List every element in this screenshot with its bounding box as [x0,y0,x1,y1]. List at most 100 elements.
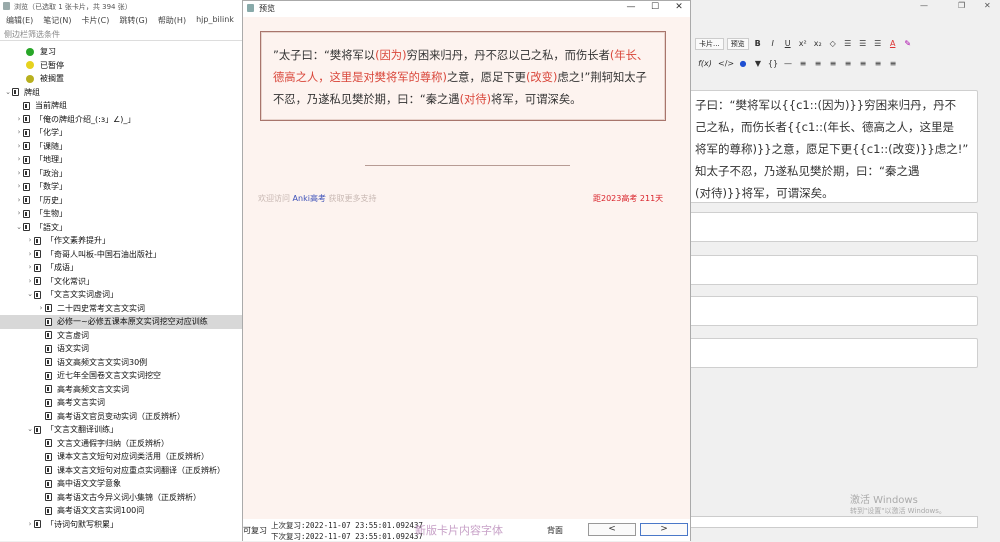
sidebar-deck-item[interactable]: 当前牌组 [0,99,243,113]
tags-input[interactable] [688,516,978,528]
anki-gaokao-link[interactable]: Anki高考 [293,194,326,203]
sidebar-deck-item[interactable]: 高考语文文言实词100问 [0,504,243,518]
chevron-right-icon[interactable]: › [15,180,23,194]
close-icon[interactable]: ✕ [984,1,991,10]
chevron-right-icon[interactable]: › [15,194,23,208]
dropdown-icon[interactable]: ▼ [752,58,764,70]
chevron-right-icon[interactable]: › [26,518,34,532]
cloze-icon[interactable]: {} [767,58,779,70]
chevron-down-icon[interactable]: ⌄ [26,288,34,302]
chevron-right-icon[interactable]: › [37,302,45,316]
sidebar-status-item[interactable]: 已暂停 [0,59,243,73]
outdent-icon[interactable]: ≡ [872,58,884,70]
sidebar-deck-item[interactable]: › 「地理」 [0,153,243,167]
menu-edit[interactable]: 编辑(E) [6,15,33,26]
restore-icon[interactable]: ❐ [958,1,965,10]
bold-icon[interactable]: B [752,38,764,50]
sidebar-deck-item[interactable]: 近七年全国卷文言文实词挖空 [0,369,243,383]
chevron-right-icon[interactable]: › [26,261,34,275]
chevron-right-icon[interactable]: › [15,140,23,154]
sidebar-deck-item[interactable]: › 「课随」 [0,140,243,154]
sidebar-deck-item[interactable]: ⌄ 「語文」 [0,221,243,235]
sidebar-deck-item[interactable]: › 「历史」 [0,194,243,208]
sidebar-deck-item[interactable]: 语文高频文言文实词30例 [0,356,243,370]
sidebar-deck-item[interactable]: › 「数学」 [0,180,243,194]
maximize-icon[interactable]: ☐ [645,2,665,12]
sidebar-status-item[interactable]: 被搁置 [0,72,243,86]
sidebar-deck-item[interactable]: › 「政治」 [0,167,243,181]
superscript-icon[interactable]: x² [797,38,809,50]
menu-hjp-bilink[interactable]: hjp_bilink [196,15,234,26]
eraser-icon[interactable]: ◇ [827,38,839,50]
sidebar-deck-item[interactable]: 必修一~必修五课本原文实词挖空对应训练 [0,315,243,329]
justify-icon[interactable]: ≡ [842,58,854,70]
code-icon[interactable]: </> [718,58,734,70]
cards-button[interactable]: 卡片... [695,38,724,50]
hr-icon[interactable]: — [782,58,794,70]
sidebar-deck-item[interactable]: › 「成语」 [0,261,243,275]
sidebar-deck-item[interactable]: 课本文言文短句对应词类活用（正反辨析） [0,450,243,464]
subscript-icon[interactable]: x₂ [812,38,824,50]
chevron-down-icon[interactable]: ⌄ [26,423,34,437]
table-icon[interactable]: ≡ [887,58,899,70]
sidebar-deck-item[interactable]: 文言虚词 [0,329,243,343]
sidebar-deck-item[interactable]: ⌄ 「文言文翻译训练」 [0,423,243,437]
chevron-down-icon[interactable]: ⌄ [15,221,23,235]
chevron-right-icon[interactable]: › [26,248,34,262]
sidebar-deck-item[interactable]: 高考文言实词 [0,396,243,410]
highlight-icon[interactable]: ✎ [902,38,914,50]
menu-go[interactable]: 跳转(G) [119,15,147,26]
record-icon[interactable]: ● [737,58,749,70]
sidebar-deck-item[interactable]: › 「生物」 [0,207,243,221]
sidebar-deck-item[interactable]: › 二十四史常考文言文实词 [0,302,243,316]
text-color-icon[interactable]: A [887,38,899,50]
menu-cards[interactable]: 卡片(C) [82,15,110,26]
chevron-right-icon[interactable]: › [15,113,23,127]
unordered-list-icon[interactable]: ☰ [842,38,854,50]
chevron-right-icon[interactable]: › [15,207,23,221]
extra-field-1[interactable] [688,212,978,242]
chevron-right-icon[interactable]: › [15,153,23,167]
sidebar-deck-item[interactable]: › 「诗词句默写积累」 [0,518,243,532]
sidebar-deck-item[interactable]: 课本文言文短句对应重点实词翻译（正反辨析） [0,464,243,478]
close-icon[interactable]: ✕ [669,2,689,12]
preview-button[interactable]: 预览 [726,38,749,50]
extra-field-2[interactable] [688,255,978,285]
underline-icon[interactable]: U [782,38,794,50]
sidebar-deck-item[interactable]: 高考高频文言文实词 [0,383,243,397]
indent-icon[interactable]: ≡ [857,58,869,70]
function-icon[interactable]: f(x) [695,58,715,70]
sidebar-deck-item[interactable]: › 「文化常识」 [0,275,243,289]
menu-help[interactable]: 帮助(H) [158,15,186,26]
text-field[interactable]: 子曰：“樊将军以{{c1::(因为)}}穷困来归丹，丹不 己之私，而伤长者{{c… [688,90,978,203]
sidebar-deck-item[interactable]: › 「作文素养提升」 [0,234,243,248]
previous-button[interactable]: < [588,523,636,536]
extra-field-3[interactable] [688,296,978,326]
sidebar-deck-item[interactable]: › 「俺の牌组介绍_(:з」∠)_」 [0,113,243,127]
sidebar-deck-item[interactable]: 高中语文文学意象 [0,477,243,491]
minimize-icon[interactable]: — [920,1,928,10]
italic-icon[interactable]: I [767,38,779,50]
align-right-icon[interactable]: ≡ [827,58,839,70]
sidebar-deck-item[interactable]: 高考语文官员变动实词（正反辨析） [0,410,243,424]
sidebar-deck-item[interactable]: › 「化学」 [0,126,243,140]
chevron-right-icon[interactable]: › [15,126,23,140]
next-button[interactable]: > [640,523,688,536]
sidebar-status-item[interactable]: 复习 [0,45,243,59]
sidebar-deck-item[interactable]: 高考语文古今异义词小集锦（正反辨析） [0,491,243,505]
show-back-toggle[interactable]: 背面 [547,525,563,536]
extra-field-4[interactable] [688,338,978,368]
sidebar-deck-item[interactable]: ⌄ 牌组 [0,86,243,100]
chevron-right-icon[interactable]: › [26,275,34,289]
align-icon[interactable]: ☰ [872,38,884,50]
chevron-down-icon[interactable]: ⌄ [4,86,12,100]
minimize-icon[interactable]: — [621,2,641,12]
align-left-icon[interactable]: ≡ [797,58,809,70]
sidebar-deck-item[interactable]: 文言文通假字归纳（正反辨析） [0,437,243,451]
ordered-list-icon[interactable]: ☰ [857,38,869,50]
sidebar-filter-input[interactable]: 侧边栏筛选条件 [0,27,243,41]
chevron-right-icon[interactable]: › [26,234,34,248]
sidebar-deck-item[interactable]: › 「奇哥人叫板-中国石油出版社」 [0,248,243,262]
menu-notes[interactable]: 笔记(N) [43,15,71,26]
sidebar-deck-item[interactable]: 语文实词 [0,342,243,356]
